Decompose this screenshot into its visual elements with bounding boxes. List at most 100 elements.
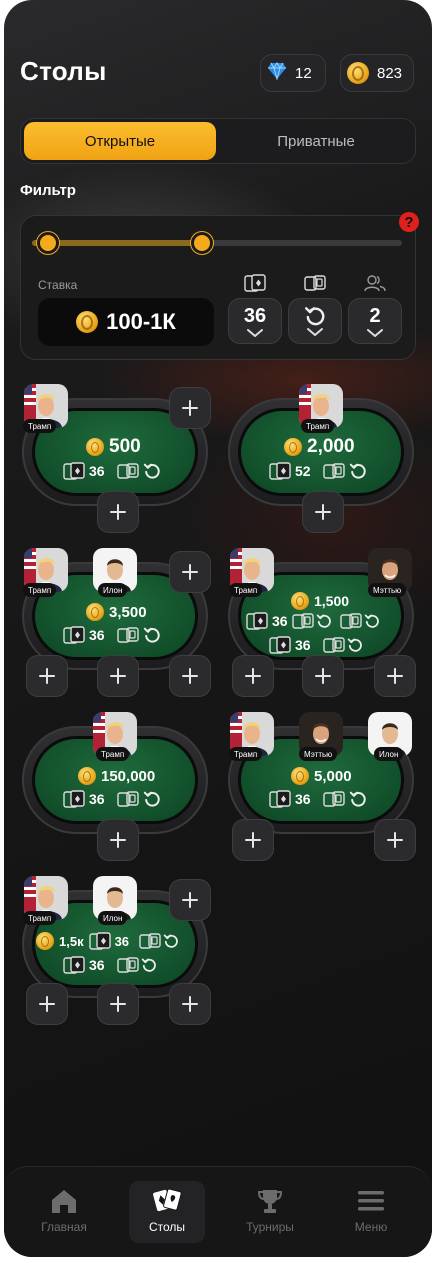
cards-pair-icon bbox=[323, 636, 345, 654]
stake-range-min-handle[interactable] bbox=[37, 232, 59, 254]
table-stake: 2,000 bbox=[284, 436, 355, 458]
player-name: Мэттью bbox=[368, 583, 407, 597]
app-screen: Столы 12 823 Открытые Приватные Фильтр ?… bbox=[4, 0, 432, 1257]
cards-pair-icon bbox=[117, 956, 139, 974]
cards-selector[interactable]: 36 bbox=[228, 298, 282, 344]
cards-pair-icon bbox=[117, 462, 139, 480]
add-player-button[interactable] bbox=[97, 983, 139, 1025]
coin-icon bbox=[76, 311, 99, 333]
add-player-button[interactable] bbox=[97, 491, 139, 533]
tab-open[interactable]: Открытые bbox=[24, 122, 216, 160]
home-icon bbox=[50, 1185, 78, 1217]
reload-icon bbox=[304, 305, 326, 327]
table-stake: 3,500 bbox=[86, 603, 147, 621]
filter-cards: 36 bbox=[228, 274, 282, 344]
deck-icon bbox=[243, 274, 267, 292]
reload-icon bbox=[347, 637, 363, 653]
table-info-row: 36 bbox=[268, 636, 363, 654]
player-name: Илон bbox=[98, 911, 128, 925]
reload-icon bbox=[364, 613, 380, 629]
coins-balance[interactable]: 823 bbox=[340, 54, 414, 92]
cards-pair-icon bbox=[340, 612, 362, 630]
table-info-row: 36 bbox=[62, 956, 157, 974]
add-player-button[interactable] bbox=[97, 819, 139, 861]
add-player-button[interactable] bbox=[169, 655, 211, 697]
player-name: Илон bbox=[374, 747, 404, 761]
page-title: Столы bbox=[20, 56, 107, 86]
chevron-down-icon bbox=[305, 327, 325, 337]
stake-label: Ставка bbox=[38, 278, 78, 292]
coins-count: 823 bbox=[377, 64, 403, 82]
deck-icon bbox=[62, 790, 86, 808]
gems-balance[interactable]: 12 bbox=[260, 54, 326, 92]
coin-icon bbox=[36, 932, 54, 950]
player-name: Мэттью bbox=[299, 747, 338, 761]
filter-heading: Фильтр bbox=[20, 182, 76, 199]
help-button[interactable]: ? bbox=[399, 212, 419, 232]
nav-tables[interactable]: Столы bbox=[129, 1181, 205, 1243]
player-name: Илон bbox=[98, 583, 128, 597]
diamond-icon bbox=[267, 62, 287, 84]
tab-private[interactable]: Приватные bbox=[220, 122, 412, 160]
add-player-button[interactable] bbox=[232, 655, 274, 697]
gems-count: 12 bbox=[295, 64, 312, 82]
cards-icon bbox=[152, 1185, 182, 1217]
add-player-button[interactable] bbox=[374, 819, 416, 861]
stake-range-track[interactable] bbox=[32, 240, 402, 246]
menu-icon bbox=[357, 1185, 385, 1217]
nav-menu[interactable]: Меню bbox=[333, 1181, 409, 1243]
add-player-button[interactable] bbox=[26, 983, 68, 1025]
add-player-button[interactable] bbox=[302, 491, 344, 533]
table-stake: 5,000 bbox=[291, 767, 352, 785]
nav-tournaments-label: Турниры bbox=[246, 1220, 294, 1234]
add-player-button[interactable] bbox=[374, 655, 416, 697]
nav-home[interactable]: Главная bbox=[26, 1181, 102, 1243]
coin-icon bbox=[86, 603, 104, 621]
filter-players: 2 bbox=[348, 274, 402, 344]
table-stake: 150,000 bbox=[78, 767, 155, 785]
deck-icon bbox=[268, 790, 292, 808]
mode-selector[interactable] bbox=[288, 298, 342, 344]
table-info-row: 36 bbox=[245, 612, 380, 630]
player-name: Трамп bbox=[229, 747, 263, 761]
add-player-button[interactable] bbox=[232, 819, 274, 861]
add-player-button[interactable] bbox=[169, 387, 211, 429]
filter-mode bbox=[288, 274, 342, 344]
player-name: Трамп bbox=[23, 911, 57, 925]
table-info-row: 1,5к 36 bbox=[36, 932, 179, 950]
reload-icon bbox=[349, 462, 367, 480]
deck-icon bbox=[62, 956, 86, 974]
player-name: Трамп bbox=[23, 583, 57, 597]
users-icon bbox=[363, 274, 387, 292]
reload-icon bbox=[143, 790, 161, 808]
stake-range-max-handle[interactable] bbox=[191, 232, 213, 254]
cards-value: 36 bbox=[243, 304, 267, 327]
table-info-row: 36 bbox=[62, 626, 161, 644]
player-name: Трамп bbox=[23, 419, 57, 433]
add-player-button[interactable] bbox=[97, 655, 139, 697]
coin-icon bbox=[284, 438, 302, 456]
players-selector[interactable]: 2 bbox=[348, 298, 402, 344]
players-value: 2 bbox=[369, 304, 381, 327]
add-player-button[interactable] bbox=[169, 879, 211, 921]
reload-icon bbox=[316, 613, 332, 629]
cards-pair-icon bbox=[292, 612, 314, 630]
player-name: Трамп bbox=[301, 419, 335, 433]
cards-pair-icon bbox=[303, 274, 327, 292]
table-stake: 1,500 bbox=[291, 592, 349, 610]
deck-icon bbox=[245, 612, 269, 630]
add-player-button[interactable] bbox=[169, 983, 211, 1025]
stake-value: 100-1К bbox=[106, 309, 176, 334]
add-player-button[interactable] bbox=[26, 655, 68, 697]
add-player-button[interactable] bbox=[302, 655, 344, 697]
nav-tournaments[interactable]: Турниры bbox=[232, 1181, 308, 1243]
nav-home-label: Главная bbox=[41, 1220, 87, 1234]
coin-icon bbox=[86, 438, 104, 456]
reload-icon bbox=[141, 957, 157, 973]
player-name: Трамп bbox=[96, 747, 130, 761]
cards-pair-icon bbox=[117, 626, 139, 644]
deck-icon bbox=[268, 462, 292, 480]
coin-icon bbox=[291, 767, 309, 785]
table-info-row: 36 bbox=[62, 790, 161, 808]
add-player-button[interactable] bbox=[169, 551, 211, 593]
